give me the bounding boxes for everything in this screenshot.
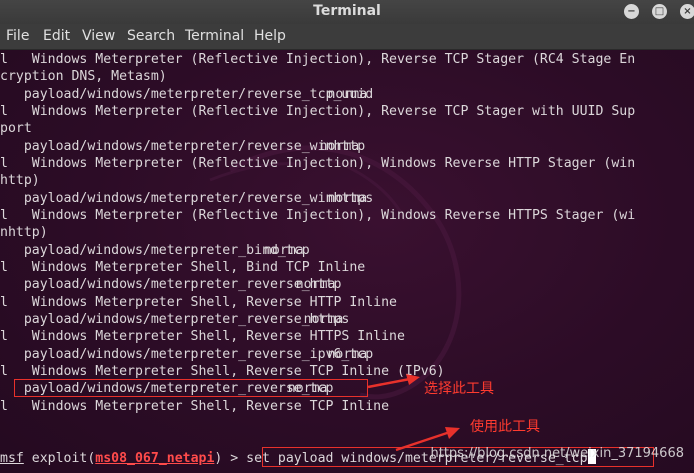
- output-line: payload/windows/meterpreter_bind_tcp norm…: [0, 243, 310, 258]
- output-line: l Windows Meterpreter Shell, Bind TCP In…: [0, 260, 366, 275]
- title-bar: Terminal − □ ×: [0, 0, 694, 24]
- maximize-icon[interactable]: □: [652, 4, 667, 19]
- menu-search[interactable]: Search: [127, 28, 175, 44]
- blog-watermark: https://blog.csdn.net/weixin_37194668: [430, 446, 684, 461]
- menu-edit[interactable]: Edit: [43, 28, 70, 44]
- window-title: Terminal: [313, 3, 381, 19]
- terminal-output[interactable]: l Windows Meterpreter (Reflective Inject…: [0, 50, 694, 473]
- output-line: http): [0, 173, 40, 188]
- use-tool-annotation: 使用此工具: [470, 419, 540, 435]
- output-line: payload/windows/meterpreter_reverse_http…: [0, 312, 350, 327]
- output-line: payload/windows/meterpreter/reverse_winh…: [0, 191, 374, 206]
- menu-view[interactable]: View: [82, 28, 115, 44]
- menu-file[interactable]: File: [6, 28, 29, 44]
- output-line: l Windows Meterpreter Shell, Reverse HTT…: [0, 295, 397, 310]
- output-line: l Windows Meterpreter (Reflective Inject…: [0, 208, 636, 223]
- terminal-window: Terminal − □ × File Edit View Search Ter…: [0, 0, 694, 473]
- close-icon[interactable]: ×: [680, 4, 694, 19]
- output-line: l Windows Meterpreter (Reflective Inject…: [0, 104, 636, 119]
- minimize-icon[interactable]: −: [624, 4, 639, 19]
- arrow-select-icon: [367, 374, 420, 389]
- output-line: cryption DNS, Metasm): [0, 69, 167, 84]
- output-line: nhttp): [0, 225, 48, 240]
- output-line: l Windows Meterpreter Shell, Reverse TCP…: [0, 399, 390, 414]
- output-line: payload/windows/meterpreter_reverse_ipv6…: [0, 347, 374, 362]
- output-line: l Windows Meterpreter Shell, Reverse HTT…: [0, 329, 405, 344]
- menu-terminal[interactable]: Terminal: [185, 28, 244, 44]
- select-tool-annotation: 选择此工具: [424, 381, 494, 397]
- menu-bar: File Edit View Search Terminal Help: [0, 24, 694, 50]
- output-line: payload/windows/meterpreter/reverse_winh…: [0, 139, 366, 154]
- output-line: payload/windows/meterpreter_reverse_http…: [0, 277, 342, 292]
- output-line: payload/windows/meterpreter/reverse_tcp_…: [0, 87, 374, 102]
- menu-help[interactable]: Help: [254, 28, 286, 44]
- output-line: l Windows Meterpreter (Reflective Inject…: [0, 156, 636, 171]
- output-line: port: [0, 121, 32, 136]
- output-line: l Windows Meterpreter (Reflective Inject…: [0, 52, 636, 67]
- payload-highlight-box: [14, 379, 368, 397]
